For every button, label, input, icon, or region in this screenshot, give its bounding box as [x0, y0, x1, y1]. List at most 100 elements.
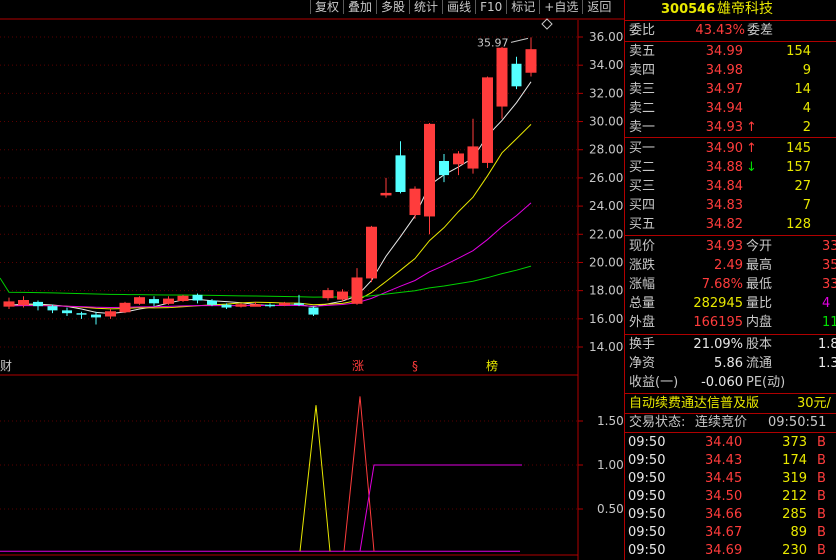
level-volume: 7 — [802, 198, 811, 213]
ad-text[interactable]: 自动续费通达信普及版 — [629, 394, 759, 413]
candle — [511, 56, 522, 90]
buy-level: 买二 34.88 ↓ 157 — [625, 158, 836, 177]
sell-level: 卖一 34.93 ↑ 2 — [625, 118, 836, 137]
tick-side: B — [817, 525, 826, 540]
quote-value-2: 4 — [822, 296, 831, 311]
tick-side: B — [817, 543, 826, 558]
price-tick-label: 36.00 — [589, 30, 623, 44]
ad-banner[interactable]: 自动续费通达信普及版 30元/ — [625, 394, 836, 413]
sell-level: 卖五 34.99 154 — [625, 42, 836, 61]
tick-price: 34.50 — [705, 489, 743, 504]
level-price: 34.98 — [705, 63, 743, 78]
price-tick-label: 20.00 — [589, 255, 623, 269]
candle — [322, 287, 334, 301]
level-price: 34.88 — [705, 160, 743, 175]
indicator-yellow-spike — [299, 405, 331, 552]
quote-row: 外盘 166195内盘 116 — [625, 313, 836, 332]
candle-body — [76, 313, 87, 315]
candle — [265, 303, 275, 308]
tick-side: B — [817, 453, 826, 468]
candle-body — [279, 302, 290, 306]
level-volume: 128 — [786, 217, 811, 232]
tick-price: 34.40 — [705, 435, 743, 450]
price-tick-label: 30.00 — [589, 115, 623, 129]
candle-body — [409, 188, 421, 216]
candle-body — [380, 192, 392, 196]
candle-body — [294, 303, 304, 305]
tick-row: 09:50 34.50 212 B — [625, 487, 836, 506]
candle-body — [235, 304, 247, 307]
quote-row: 涨幅 7.68% 最低 33 — [625, 275, 836, 294]
ad-price[interactable]: 30元/ — [797, 394, 831, 413]
buy-level: 买三 34.84 27 — [625, 177, 836, 196]
candle-body — [525, 49, 537, 73]
tick-time: 09:50 — [628, 507, 666, 522]
level-label: 买四 — [629, 198, 656, 213]
ma60-line — [0, 265, 532, 298]
tick-volume: 89 — [790, 525, 807, 540]
stat-value: 5.86 — [714, 356, 743, 371]
candle — [453, 151, 464, 176]
level-label: 卖五 — [629, 44, 656, 59]
tick-price: 34.45 — [705, 471, 743, 486]
buy-level: 买一 34.90 ↑ 145 — [625, 139, 836, 158]
stat-value-2: 1.8 — [818, 337, 836, 352]
tick-price: 34.66 — [705, 507, 743, 522]
level-price: 34.97 — [705, 82, 743, 97]
candle — [134, 296, 145, 305]
high-arrow — [510, 37, 529, 43]
candle-body — [47, 306, 58, 311]
quote-value: 166195 — [693, 315, 743, 330]
indicator-red-spike — [343, 396, 375, 552]
candle-body — [62, 310, 72, 314]
tick-volume: 319 — [782, 471, 807, 486]
level-price: 34.90 — [705, 141, 743, 156]
level-price: 34.84 — [705, 179, 743, 194]
candle-body — [250, 304, 261, 307]
stat-row: 净资 5.86 流通 1.3 — [625, 354, 836, 373]
candle-body — [351, 277, 363, 304]
status-time: 09:50:51 — [768, 415, 827, 430]
stat-label: 收益(一) — [629, 375, 679, 390]
moving-averages — [0, 81, 532, 314]
candle — [33, 300, 43, 311]
price-tick-label: 16.00 — [589, 312, 623, 326]
stat-label-2: 流通 — [746, 356, 773, 371]
quote-value: 282945 — [693, 296, 743, 311]
candle-body — [265, 304, 275, 307]
candle-body — [221, 304, 232, 308]
weibi-label: 委比 — [629, 23, 656, 38]
level-price: 34.83 — [705, 198, 743, 213]
stock-name: 雄帝科技 — [717, 1, 773, 17]
candle-body — [192, 294, 203, 301]
candle-body — [207, 300, 217, 305]
quote-value-2: 33 — [822, 277, 836, 292]
tick-volume: 212 — [782, 489, 807, 504]
candle — [163, 296, 174, 305]
indicator-tick-label: 1.50 — [597, 414, 624, 428]
quote-label: 涨幅 — [629, 277, 656, 292]
quote-value: 34.93 — [705, 239, 743, 254]
tick-volume: 373 — [782, 435, 807, 450]
weibi-value: 43.43% — [695, 23, 745, 38]
candle — [76, 311, 87, 319]
candle — [149, 296, 159, 307]
candle — [525, 37, 537, 77]
weibi-row: 委比 43.43% 委差 — [625, 21, 836, 40]
stock-code: 300546 — [661, 2, 716, 17]
weicha-label: 委差 — [747, 23, 774, 38]
price-tick-label: 14.00 — [589, 340, 623, 354]
tick-price: 34.43 — [705, 453, 743, 468]
kline-chart[interactable]: 35.97 财涨 § 榜 1.501.000.50 36.0034.0032.003… — [0, 0, 624, 560]
tick-volume: 174 — [782, 453, 807, 468]
level-volume: 2 — [802, 120, 811, 135]
candle-body — [119, 302, 131, 313]
candle — [482, 76, 493, 169]
candle-body — [163, 298, 174, 304]
candle-body — [337, 291, 348, 300]
candle — [424, 122, 435, 235]
candle — [177, 294, 189, 302]
stat-label: 换手 — [629, 337, 656, 352]
price-tick-label: 32.00 — [589, 86, 623, 100]
event-marker: § — [412, 359, 418, 373]
